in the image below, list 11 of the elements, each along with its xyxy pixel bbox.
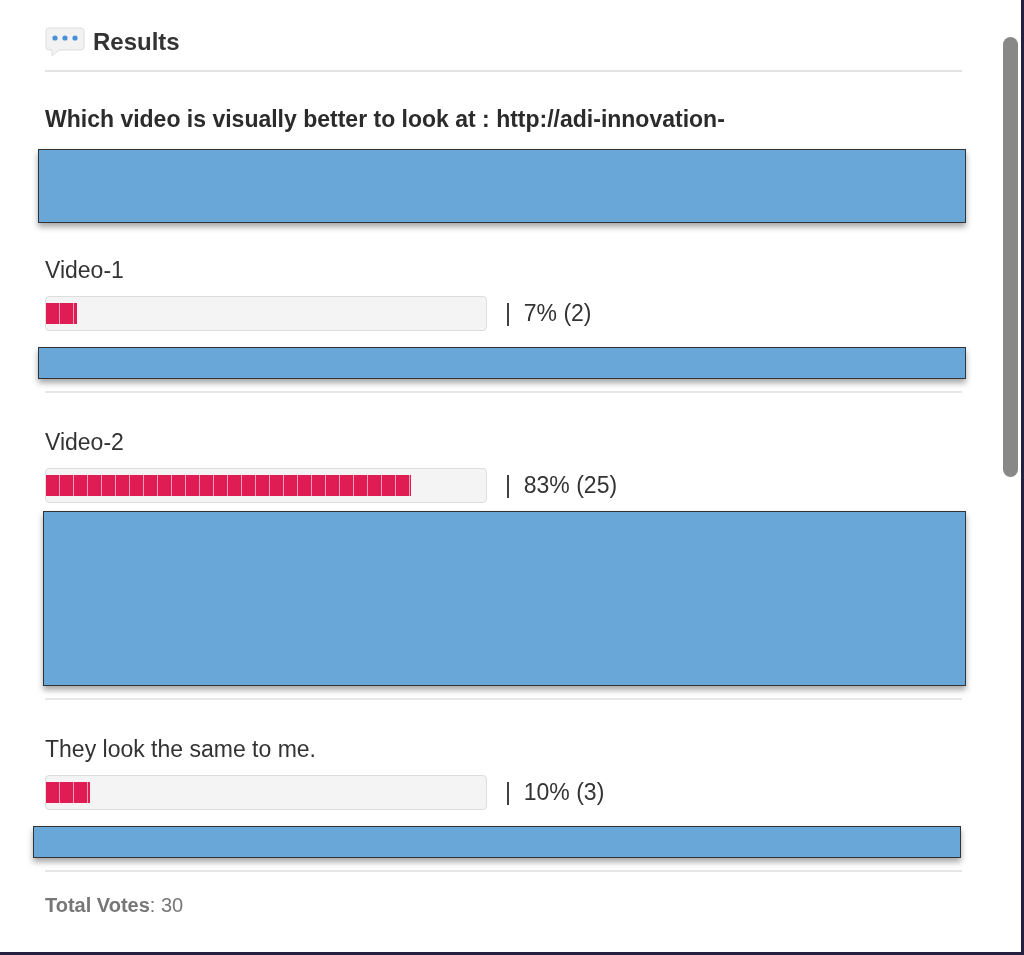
option-label: Video-1: [45, 257, 125, 284]
results-title: Results: [93, 28, 180, 56]
poll-question: Which video is visually better to look at : http://adi-innovation-: [45, 106, 726, 133]
chat-bubble-icon: [45, 26, 85, 58]
option-label: Video-2: [45, 429, 125, 456]
vote-result: | 10% (3): [505, 779, 605, 806]
scrollbar[interactable]: [1003, 37, 1018, 477]
total-votes: Total Votes: 30: [45, 894, 185, 917]
option-label: They look the same to me.: [45, 736, 317, 763]
vote-result: | 83% (25): [505, 472, 618, 499]
vote-result: | 7% (2): [505, 300, 592, 327]
